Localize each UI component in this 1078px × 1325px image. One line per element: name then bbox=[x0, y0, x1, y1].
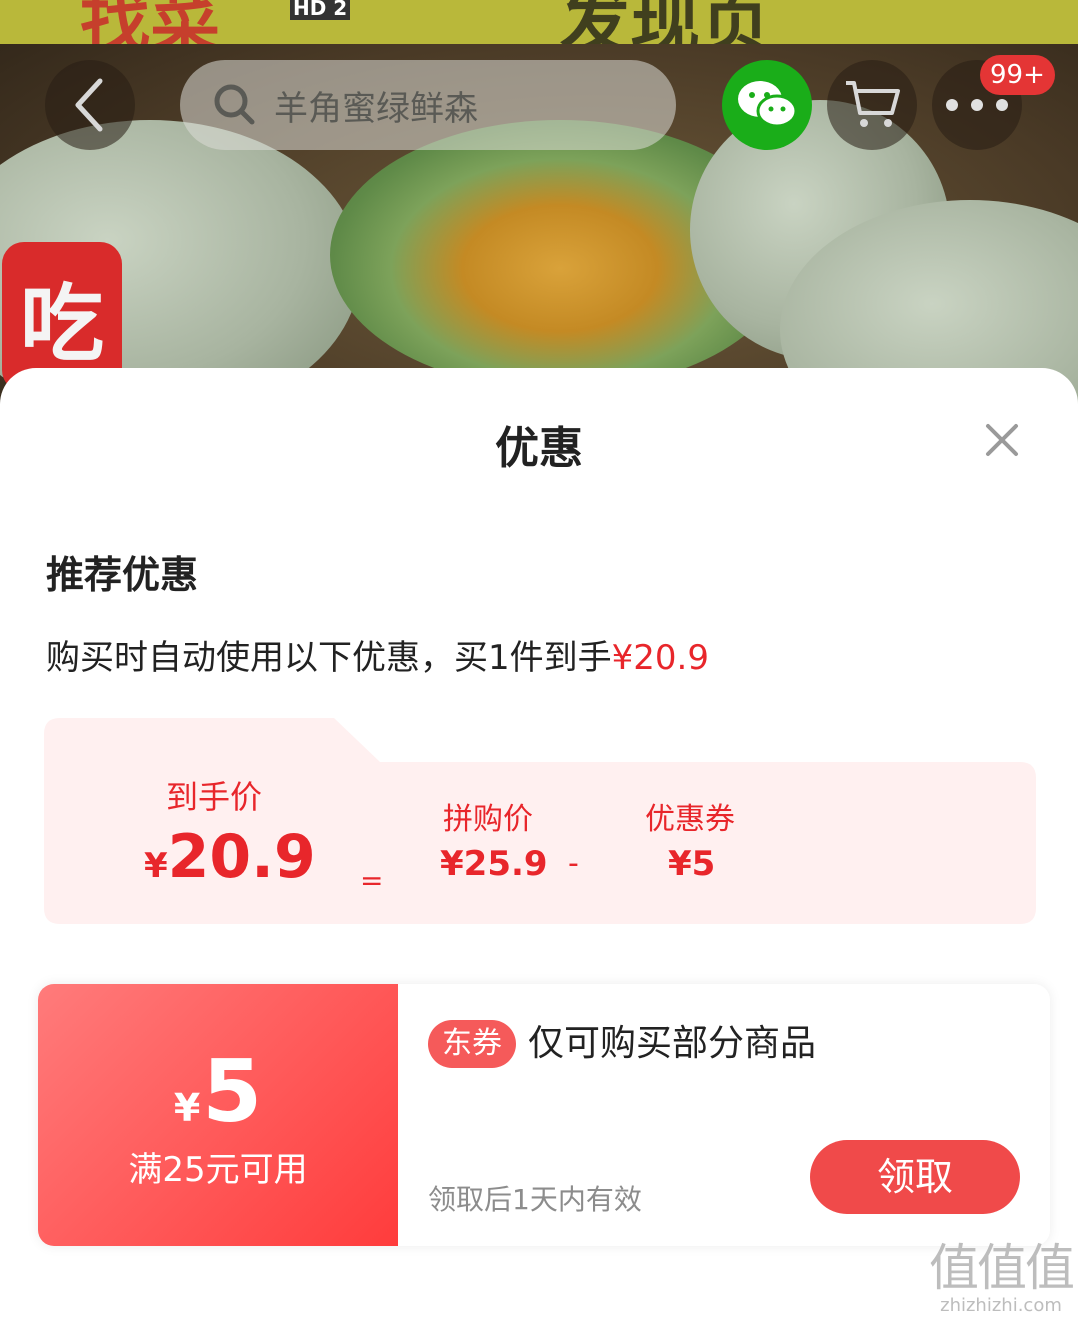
group-price-label: 拼购价 bbox=[443, 802, 533, 837]
coupon-amount-number: 5 bbox=[202, 1042, 263, 1142]
hd-status-icon: HD 2 bbox=[290, 0, 351, 20]
wechat-icon bbox=[738, 81, 798, 128]
promo-banner: 找菜 HD 2 发现页 bbox=[0, 0, 1078, 44]
banner-right-text: 发现页 bbox=[560, 0, 770, 44]
chevron-left-icon bbox=[75, 78, 103, 132]
coupon-currency: ¥ bbox=[173, 1086, 201, 1130]
search-placeholder: 羊角蜜绿鲜森 bbox=[274, 88, 478, 129]
cart-button[interactable] bbox=[827, 60, 917, 150]
final-price-number: 20.9 bbox=[167, 822, 316, 892]
description-text: 购买时自动使用以下优惠，买1件到手 bbox=[46, 638, 612, 678]
final-price-value: ¥20.9 bbox=[144, 822, 316, 892]
watermark-url: zhizhizhi.com bbox=[940, 1295, 1062, 1316]
discount-sheet: 优惠 推荐优惠 购买时自动使用以下优惠，买1件到手¥20.9 到手价 ¥20.9… bbox=[0, 368, 1078, 1325]
coupon-validity: 领取后1天内有效 bbox=[428, 1183, 642, 1216]
banner-left-text: 找菜 bbox=[80, 0, 220, 44]
more-dots-icon bbox=[946, 99, 1008, 111]
claim-coupon-button[interactable]: 领取 bbox=[810, 1140, 1020, 1214]
coupon-amount: ¥5 bbox=[38, 1042, 398, 1142]
description-price: ¥20.9 bbox=[611, 638, 709, 678]
coupon-card: ¥5 满25元可用 东券 仅可购买部分商品 领取后1天内有效 领取 bbox=[38, 984, 1050, 1246]
message-count-badge: 99+ bbox=[980, 55, 1055, 95]
search-input[interactable]: 羊角蜜绿鲜森 bbox=[180, 60, 676, 150]
final-price-currency: ¥ bbox=[144, 846, 168, 886]
coupon-value: ¥5 bbox=[668, 844, 716, 884]
back-button[interactable] bbox=[45, 60, 135, 150]
equals-sign: = bbox=[360, 864, 384, 897]
price-breakdown-card: 到手价 ¥20.9 = 拼购价 ¥25.9 - 优惠券 ¥5 bbox=[44, 718, 1036, 924]
search-icon bbox=[214, 84, 255, 125]
discount-description: 购买时自动使用以下优惠，买1件到手¥20.9 bbox=[46, 630, 709, 679]
coupon-amount-panel: ¥5 满25元可用 bbox=[38, 984, 398, 1246]
wechat-share-button[interactable] bbox=[722, 60, 812, 150]
sheet-title: 优惠 bbox=[495, 423, 583, 474]
final-price-label: 到手价 bbox=[165, 778, 262, 816]
coupon-label: 优惠券 bbox=[645, 802, 735, 837]
group-price-value: ¥25.9 bbox=[440, 844, 548, 884]
section-title: 推荐优惠 bbox=[46, 553, 199, 597]
minus-sign: - bbox=[568, 846, 579, 881]
cart-icon bbox=[846, 81, 900, 127]
coupon-scope: 仅可购买部分商品 bbox=[528, 1023, 817, 1064]
watermark-logo: 值值值 bbox=[929, 1239, 1075, 1297]
coupon-type-tag: 东券 bbox=[428, 1020, 516, 1068]
close-icon[interactable] bbox=[978, 416, 1026, 464]
coupon-condition: 满25元可用 bbox=[128, 1150, 308, 1190]
site-watermark: 值值值 zhizhizhi.com bbox=[928, 1239, 1075, 1320]
